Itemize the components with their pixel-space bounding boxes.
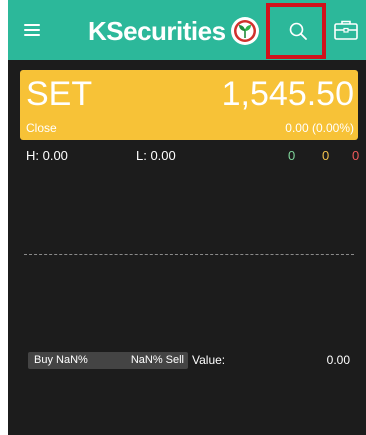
buy-sell-ratio-bar: Buy NaN% NaN% Sell xyxy=(28,352,188,369)
sell-ratio: NaN% Sell xyxy=(130,354,184,366)
stats-row: H: 0.00 L: 0.00 0 0 0 xyxy=(26,148,360,164)
value-amount: 0.00 xyxy=(326,353,350,367)
kbank-leaf-icon xyxy=(230,17,259,45)
app-screen: KSecurities SET 1,545.50 Close 0.00 (0.0… xyxy=(8,0,366,435)
menu-button[interactable] xyxy=(22,18,46,42)
low-value: L: 0.00 xyxy=(136,148,176,163)
index-chart[interactable] xyxy=(20,172,358,342)
index-card[interactable]: SET 1,545.50 Close 0.00 (0.00%) xyxy=(20,70,358,140)
buy-ratio: Buy NaN% xyxy=(34,354,88,366)
brand-logo: KSecurities xyxy=(88,14,260,48)
previous-close-line xyxy=(24,254,354,255)
market-status: Close xyxy=(26,121,57,135)
app-header: KSecurities xyxy=(8,0,366,60)
search-button[interactable] xyxy=(266,3,326,59)
search-icon xyxy=(289,22,307,40)
hamburger-menu-icon xyxy=(24,24,40,26)
value-label: Value: xyxy=(192,353,226,367)
brand-text: KSecurities xyxy=(88,16,226,46)
unchanged-count: 0 xyxy=(322,148,330,163)
high-value: H: 0.00 xyxy=(26,148,68,163)
index-change: 0.00 (0.00%) xyxy=(285,121,354,135)
advance-count: 0 xyxy=(288,148,296,163)
index-value: 1,545.50 xyxy=(221,75,354,113)
briefcase-icon[interactable] xyxy=(333,18,359,42)
decline-count: 0 xyxy=(352,148,360,163)
index-name: SET xyxy=(26,75,93,113)
